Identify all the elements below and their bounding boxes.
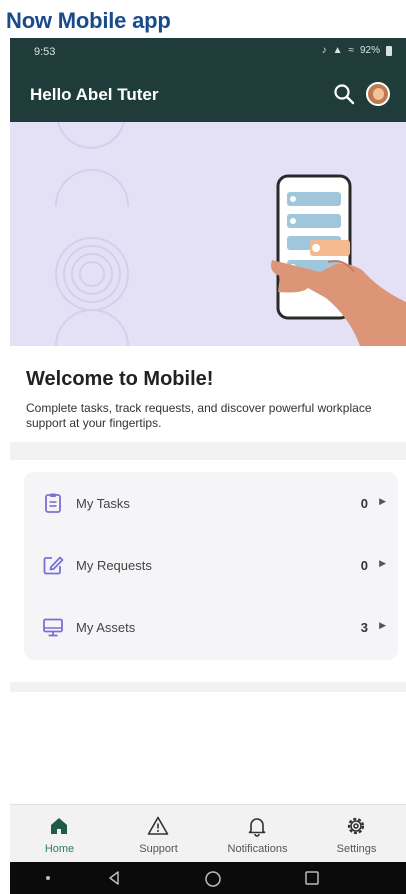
status-icons: ♪ ▲ ≈ 92% [322,45,392,56]
nav-label: Home [44,843,75,855]
wifi-icon: ≈ [348,45,354,56]
welcome-title: Welcome to Mobile! [26,368,214,390]
phone-screen: 9:53 ♪ ▲ ≈ 92% Hello Abel Tuter Welcome … [10,38,406,894]
battery-icon [386,45,392,56]
welcome-description: Complete tasks, track requests, and disc… [26,401,372,430]
chevron-right-icon: ▶ [379,558,386,568]
page-heading: Now Mobile app [6,8,171,33]
bottom-navigation: Home Support Notifications Settings [10,804,406,863]
signal-icon: ▲ [332,45,343,56]
list-item-my-assets[interactable]: My Assets 3 ▶ [24,596,398,658]
list-item-my-tasks[interactable]: My Tasks 0 ▶ [24,472,398,534]
status-bar: 9:53 ♪ ▲ ≈ 92% [10,38,406,66]
status-time: 9:53 [34,46,56,58]
battery-percent: 92% [359,45,380,56]
warning-icon [147,816,169,835]
edit-icon [43,556,64,575]
dot-icon [46,876,50,880]
list-item-my-requests[interactable]: My Requests 0 ▶ [24,534,398,596]
nav-home[interactable]: Home [10,805,109,863]
search-icon [334,84,355,105]
chevron-right-icon: ▶ [379,620,386,630]
bell-icon [248,818,266,837]
avatar-face [373,88,384,100]
system-navigation-bar [10,862,406,894]
list-item-label: My Requests [76,558,152,573]
welcome-section: Welcome to Mobile! Complete tasks, track… [10,346,406,442]
quick-links-section: My Tasks 0 ▶ My Requests 0 ▶ My Assets 3… [10,460,406,682]
avatar[interactable] [366,82,390,106]
nav-label: Settings [336,843,377,855]
mute-icon: ♪ [321,45,327,56]
list-item-count: 3 [360,620,368,635]
search-button[interactable] [332,82,356,106]
hero-illustration [55,122,406,346]
home-icon [51,818,67,834]
nav-support[interactable]: Support [109,805,208,863]
list-item-count: 0 [360,496,368,511]
section-divider [10,442,406,460]
recents-icon[interactable] [304,870,320,886]
chevron-right-icon: ▶ [379,496,386,506]
list-item-label: My Assets [76,620,136,635]
app-title: Hello Abel Tuter [30,85,159,104]
nav-label: Support [139,843,178,855]
list-item-count: 0 [360,558,368,573]
gear-icon [347,817,365,835]
home-circle-icon[interactable] [204,870,222,888]
monitor-icon [43,618,63,637]
app-bar: Hello Abel Tuter [10,66,406,122]
list-item-label: My Tasks [76,496,130,511]
nav-settings[interactable]: Settings [307,805,406,863]
quick-links-card: My Tasks 0 ▶ My Requests 0 ▶ My Assets 3… [24,472,398,660]
back-icon[interactable] [106,870,122,886]
nav-notifications[interactable]: Notifications [208,805,307,863]
hero-banner [10,122,406,346]
nav-label: Notifications [227,843,288,855]
section-divider [10,682,406,692]
clipboard-icon [45,493,61,513]
